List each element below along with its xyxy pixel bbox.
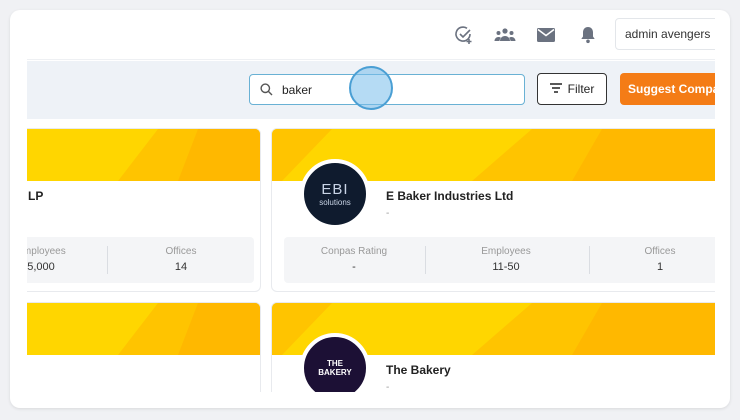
- filter-icon: [549, 82, 562, 96]
- company-stats: Conpas Rating - Employees 11-50 Offices …: [284, 237, 715, 283]
- company-subtitle: -: [386, 208, 390, 219]
- stat-offices: Offices 14: [165, 246, 197, 273]
- app-frame: admin avengers Filter Suggest Company: [10, 10, 730, 408]
- click-indicator: [349, 66, 393, 110]
- company-logo: EBI solutions: [300, 159, 370, 229]
- add-task-icon[interactable]: [453, 24, 475, 46]
- company-subtitle: -: [386, 382, 390, 392]
- stat-employees: Employees 5,000: [27, 246, 66, 273]
- stat-rating: Conpas Rating -: [320, 246, 388, 273]
- company-card[interactable]: LP Employees 5,000 Offices 14: [27, 128, 261, 292]
- stat-divider: [107, 246, 108, 274]
- main-viewport: admin avengers Filter Suggest Company: [27, 10, 715, 392]
- company-name[interactable]: LP: [28, 189, 43, 203]
- suggest-company-button[interactable]: Suggest Company: [620, 73, 715, 105]
- company-card[interactable]: THE BAKERY The Bakery -: [271, 302, 715, 392]
- search-icon: [260, 83, 273, 101]
- card-banner: [27, 129, 260, 181]
- logo-main-text: THE: [326, 359, 343, 368]
- stat-offices: Offices 1: [644, 246, 676, 273]
- logo-sub-text: solutions: [319, 198, 351, 207]
- bell-icon[interactable]: [577, 24, 599, 46]
- filter-button[interactable]: Filter: [537, 73, 607, 105]
- filter-label: Filter: [567, 82, 595, 96]
- logo-main-text: EBI: [321, 181, 349, 198]
- mail-icon[interactable]: [535, 24, 557, 46]
- company-card[interactable]: [27, 302, 261, 392]
- company-stats: Employees 5,000 Offices 14: [27, 237, 254, 283]
- company-name[interactable]: E Baker Industries Ltd: [386, 189, 513, 203]
- card-banner: [27, 303, 260, 355]
- top-bar: admin avengers: [27, 10, 715, 60]
- stat-employees: Employees 11-50: [481, 246, 531, 273]
- team-icon[interactable]: [494, 24, 516, 46]
- company-card[interactable]: EBI solutions E Baker Industries Ltd - C…: [271, 128, 715, 292]
- company-name[interactable]: The Bakery: [386, 363, 451, 377]
- logo-sub-text: BAKERY: [318, 368, 352, 377]
- search-input[interactable]: [282, 80, 512, 100]
- user-menu-button[interactable]: admin avengers: [615, 18, 715, 50]
